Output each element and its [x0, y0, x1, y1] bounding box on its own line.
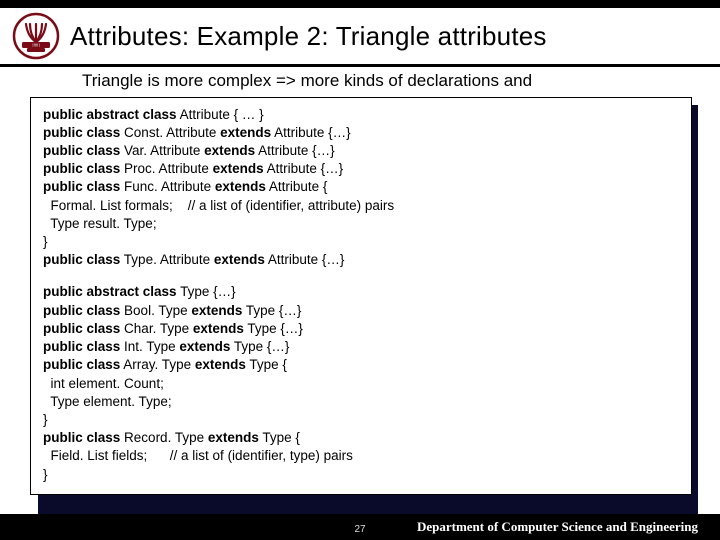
code-line: public class Type. Attribute extends Att…	[43, 251, 679, 269]
code-text: Attribute {…}	[255, 143, 335, 158]
code-text: Int. Type	[120, 339, 179, 354]
code-keyword: public class	[43, 125, 120, 140]
code-text: Formal. List formals; // a list of (iden…	[43, 198, 394, 213]
code-keyword: public class	[43, 161, 120, 176]
code-gap	[43, 269, 679, 283]
code-text: }	[43, 412, 48, 427]
code-text: Type element. Type;	[43, 394, 172, 409]
code-keyword: extends	[191, 303, 242, 318]
code-text: Bool. Type	[120, 303, 191, 318]
code-text: Record. Type	[120, 430, 208, 445]
code-text: Array. Type	[120, 357, 195, 372]
code-text: Type {…}	[230, 339, 289, 354]
code-line: public class Char. Type extends Type {…}	[43, 320, 679, 338]
code-text: Type. Attribute	[120, 252, 214, 267]
svg-text:1801: 1801	[32, 43, 40, 48]
code-box-wrap: public abstract class Attribute { … }pub…	[30, 97, 692, 509]
code-text: Attribute {	[266, 179, 328, 194]
code-keyword: extends	[179, 339, 230, 354]
code-text: Const. Attribute	[120, 125, 220, 140]
code-text: Type {…}	[177, 284, 236, 299]
code-block-2: public abstract class Type {…}public cla…	[43, 283, 679, 483]
code-keyword: extends	[213, 161, 264, 176]
code-keyword: public class	[43, 179, 120, 194]
code-text: Func. Attribute	[120, 179, 215, 194]
code-line: public class Bool. Type extends Type {…}	[43, 302, 679, 320]
code-line: public class Int. Type extends Type {…}	[43, 338, 679, 356]
code-keyword: extends	[193, 321, 244, 336]
university-logo-icon: 1801	[12, 12, 60, 60]
code-keyword: extends	[195, 357, 246, 372]
code-line: Type result. Type;	[43, 215, 679, 233]
code-keyword: public abstract class	[43, 284, 177, 299]
code-keyword: extends	[214, 252, 265, 267]
code-text: Attribute {…}	[265, 252, 345, 267]
code-text: Type {…}	[242, 303, 301, 318]
code-text: Attribute {…}	[271, 125, 351, 140]
code-keyword: public class	[43, 321, 120, 336]
code-line: public class Var. Attribute extends Attr…	[43, 142, 679, 160]
code-text: Type result. Type;	[43, 216, 157, 231]
code-keyword: extends	[220, 125, 271, 140]
slide: 1801 Attributes: Example 2: Triangle att…	[0, 0, 720, 540]
header: 1801 Attributes: Example 2: Triangle att…	[0, 8, 720, 62]
code-text: int element. Count;	[43, 376, 164, 391]
code-line: int element. Count;	[43, 375, 679, 393]
code-text: Proc. Attribute	[120, 161, 212, 176]
code-line: Type element. Type;	[43, 393, 679, 411]
code-line: Formal. List formals; // a list of (iden…	[43, 197, 679, 215]
title-rule	[0, 64, 720, 67]
code-text: }	[43, 234, 48, 249]
code-block-1: public abstract class Attribute { … }pub…	[43, 106, 679, 270]
code-text: Type {	[246, 357, 287, 372]
code-keyword: public class	[43, 430, 120, 445]
page-number: 27	[354, 524, 365, 535]
code-line: }	[43, 233, 679, 251]
code-line: public abstract class Attribute { … }	[43, 106, 679, 124]
code-text: Type {	[259, 430, 300, 445]
code-line: }	[43, 466, 679, 484]
slide-subtitle: Triangle is more complex => more kinds o…	[0, 71, 720, 97]
code-keyword: extends	[208, 430, 259, 445]
code-keyword: public class	[43, 303, 120, 318]
code-text: Char. Type	[120, 321, 193, 336]
code-line: public abstract class Type {…}	[43, 283, 679, 301]
code-line: public class Record. Type extends Type {	[43, 429, 679, 447]
code-line: public class Array. Type extends Type {	[43, 356, 679, 374]
code-text: Attribute {…}	[264, 161, 344, 176]
code-text: }	[43, 467, 48, 482]
code-line: }	[43, 411, 679, 429]
code-keyword: public class	[43, 252, 120, 267]
code-keyword: public abstract class	[43, 107, 177, 122]
code-keyword: public class	[43, 143, 120, 158]
footer-dept: Department of Computer Science and Engin…	[417, 519, 698, 535]
top-bar	[0, 0, 720, 8]
slide-title: Attributes: Example 2: Triangle attribut…	[70, 21, 547, 52]
code-keyword: public class	[43, 339, 120, 354]
code-line: public class Proc. Attribute extends Att…	[43, 160, 679, 178]
code-line: public class Const. Attribute extends At…	[43, 124, 679, 142]
code-keyword: public class	[43, 357, 120, 372]
code-text: Var. Attribute	[120, 143, 204, 158]
code-keyword: extends	[204, 143, 255, 158]
code-keyword: extends	[215, 179, 266, 194]
code-text: Attribute { … }	[177, 107, 264, 122]
code-text: Field. List fields; // a list of (identi…	[43, 448, 353, 463]
code-line: public class Func. Attribute extends Att…	[43, 178, 679, 196]
code-text: Type {…}	[244, 321, 303, 336]
code-line: Field. List fields; // a list of (identi…	[43, 447, 679, 465]
code-box: public abstract class Attribute { … }pub…	[30, 97, 692, 495]
